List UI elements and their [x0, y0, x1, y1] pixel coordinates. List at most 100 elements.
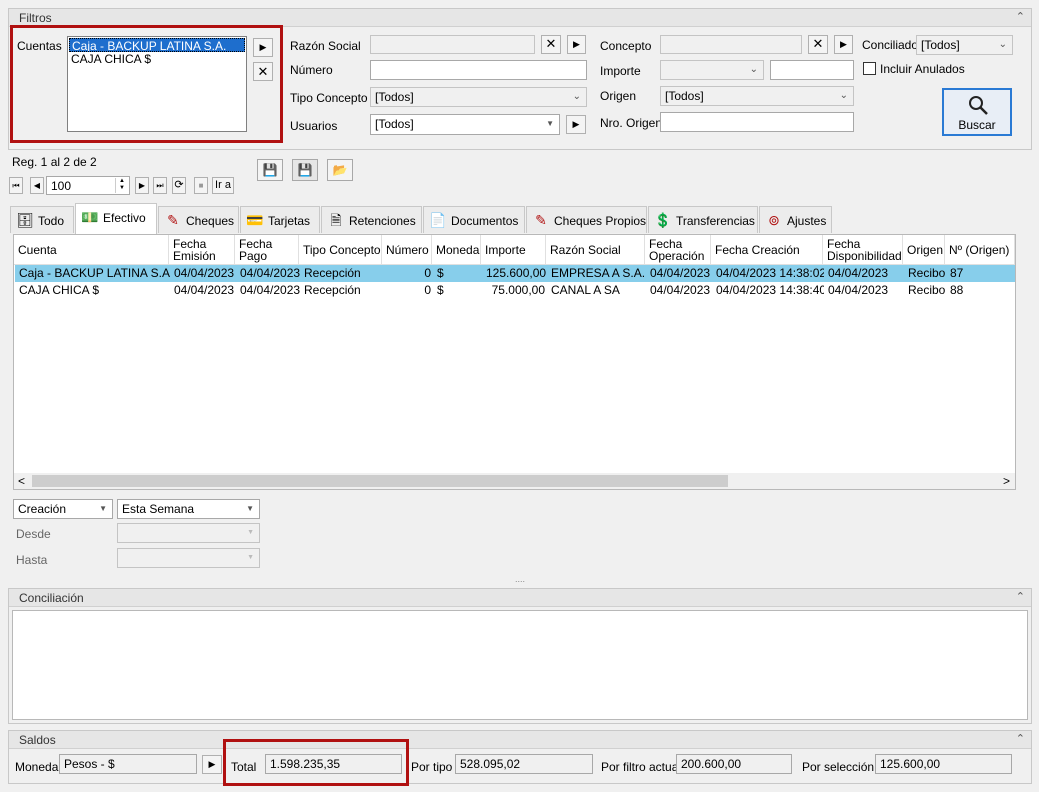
- tab-cheques[interactable]: ✎ Cheques: [158, 206, 239, 233]
- date-range-value: Esta Semana: [122, 502, 195, 516]
- usuarios-next-button[interactable]: ▶: [566, 115, 586, 134]
- incluir-anulados-checkbox[interactable]: [863, 62, 876, 75]
- column-header[interactable]: Importe: [481, 235, 546, 265]
- prev-page-button[interactable]: ◀: [30, 177, 44, 194]
- cell-tipo-concepto: Recepción: [304, 266, 361, 280]
- origen-select[interactable]: [Todos] ⌄: [660, 86, 854, 106]
- tab-label: Transferencias: [676, 214, 755, 228]
- tab-label: Documentos: [451, 214, 519, 228]
- cell-moneda: $: [437, 266, 444, 280]
- column-header[interactable]: Fecha Disponibilidad: [823, 235, 903, 265]
- cell-fecha-pago: 04/04/2023: [240, 283, 300, 297]
- stop-icon[interactable]: ■: [194, 177, 208, 194]
- usuarios-select[interactable]: [Todos] ▼: [370, 114, 560, 135]
- scroll-right-icon[interactable]: >: [1003, 473, 1010, 489]
- cell-fecha-operacion: 04/04/2023: [650, 283, 711, 297]
- splitter-grip-icon[interactable]: ....: [510, 575, 530, 584]
- razon-social-next-button[interactable]: ▶: [567, 35, 586, 54]
- tab-label: Todo: [38, 214, 65, 228]
- refresh-icon[interactable]: ⟳: [172, 177, 186, 194]
- cell-tipo-concepto: Recepción: [304, 283, 361, 297]
- open-folder-icon[interactable]: 📂: [327, 159, 353, 181]
- conciliacion-title: Conciliación: [9, 589, 1031, 607]
- collapse-filtros-icon[interactable]: ⌃: [1016, 10, 1025, 23]
- column-header[interactable]: Razón Social: [546, 235, 645, 265]
- tab-tarjetas[interactable]: 💳 Tarjetas: [240, 206, 320, 233]
- column-header[interactable]: Cuenta: [14, 235, 169, 265]
- por-tipo-label: Por tipo: [411, 760, 453, 774]
- moneda-field[interactable]: Pesos - $: [59, 754, 197, 774]
- razon-social-field[interactable]: [370, 35, 535, 54]
- tab-todo[interactable]: 🗄 Todo: [10, 206, 74, 233]
- cell-numero: 0: [424, 283, 431, 297]
- save-as-icon[interactable]: 💾: [292, 159, 318, 181]
- own-cheque-icon: ✎: [535, 212, 547, 228]
- horizontal-scrollbar[interactable]: < >: [14, 473, 1015, 489]
- todo-icon: 🗄: [16, 212, 34, 228]
- tab-transferencias[interactable]: 💲 Transferencias: [648, 206, 758, 233]
- first-page-button[interactable]: ⏮: [9, 177, 23, 194]
- nro-origen-field[interactable]: [660, 112, 854, 132]
- column-header[interactable]: Moneda: [432, 235, 481, 265]
- dropdown-arrow-icon: ▼: [247, 554, 254, 561]
- tab-ajustes[interactable]: ⊚ Ajustes: [759, 206, 832, 233]
- scroll-left-icon[interactable]: <: [18, 473, 25, 489]
- conciliacion-content: [12, 610, 1028, 720]
- buscar-button[interactable]: Buscar: [942, 88, 1012, 136]
- scrollbar-thumb[interactable]: [32, 475, 728, 487]
- saldos-title: Saldos: [9, 731, 1031, 749]
- concepto-field[interactable]: [660, 35, 802, 54]
- desde-date-field[interactable]: ▼: [117, 523, 260, 543]
- last-page-button[interactable]: ⏭: [153, 177, 167, 194]
- goto-button[interactable]: Ir a: [212, 177, 234, 194]
- chevron-down-icon: ⌄: [998, 39, 1007, 50]
- chevron-down-icon: ⌄: [749, 64, 758, 75]
- por-tipo-field: 528.095,02: [455, 754, 593, 774]
- tab-efectivo[interactable]: 💵 Efectivo: [75, 203, 157, 234]
- page-size-input[interactable]: 100 ▲ ▼: [46, 176, 130, 195]
- column-header[interactable]: Fecha Operación: [645, 235, 711, 265]
- dropdown-arrow-icon: ▼: [546, 119, 554, 128]
- cell-cuenta: Caja - BACKUP LATINA S.A.: [19, 266, 170, 280]
- cell-cuenta: CAJA CHICA $: [19, 283, 100, 297]
- table-header: Cuenta Fecha Emisión Fecha Pago Tipo Con…: [14, 235, 1015, 265]
- por-filtro-field: 200.600,00: [676, 754, 792, 774]
- document-icon: 📄: [429, 212, 447, 228]
- numero-field[interactable]: [370, 60, 587, 80]
- column-header[interactable]: Fecha Creación: [711, 235, 823, 265]
- date-range-select[interactable]: Esta Semana ▼: [117, 499, 260, 519]
- column-header[interactable]: Tipo Concepto: [299, 235, 382, 265]
- save-icon[interactable]: 💾: [257, 159, 283, 181]
- hasta-date-field[interactable]: ▼: [117, 548, 260, 568]
- column-header[interactable]: Fecha Emisión: [169, 235, 235, 265]
- cell-fecha-disponibilidad: 04/04/2023: [828, 266, 889, 280]
- cell-moneda: $: [437, 283, 444, 297]
- cell-fecha-pago: 04/04/2023: [240, 266, 300, 280]
- date-field-select[interactable]: Creación ▼: [13, 499, 113, 519]
- tipo-concepto-select[interactable]: [Todos] ⌄: [370, 87, 587, 107]
- next-page-button[interactable]: ▶: [135, 177, 149, 194]
- tab-cheques-propios[interactable]: ✎ Cheques Propios: [526, 206, 647, 233]
- concepto-clear-button[interactable]: ✕: [808, 35, 828, 54]
- collapse-conciliacion-icon[interactable]: ⌃: [1016, 590, 1025, 603]
- table-row[interactable]: CAJA CHICA $ 04/04/2023 04/04/2023 Recep…: [15, 282, 1015, 299]
- cell-origen: Recibo: [908, 283, 946, 297]
- cell-fecha-creacion: 04/04/2023 14:38:40: [716, 283, 824, 297]
- column-header[interactable]: Fecha Pago: [235, 235, 299, 265]
- concepto-next-button[interactable]: ▶: [834, 35, 853, 54]
- conciliado-select[interactable]: [Todos] ⌄: [916, 35, 1013, 55]
- column-header[interactable]: Origen: [903, 235, 945, 265]
- moneda-next-button[interactable]: ▶: [202, 755, 222, 774]
- spinner-icon[interactable]: ▲ ▼: [115, 178, 128, 193]
- tab-retenciones[interactable]: 🗎 Retenciones: [321, 206, 422, 233]
- table-row[interactable]: Caja - BACKUP LATINA S.A. 04/04/2023 04/…: [15, 265, 1015, 282]
- collapse-saldos-icon[interactable]: ⌃: [1016, 732, 1025, 745]
- column-header[interactable]: Número: [382, 235, 432, 265]
- razon-social-clear-button[interactable]: ✕: [541, 35, 561, 54]
- cell-importe: 75.000,00: [491, 283, 545, 297]
- importe-operator-select[interactable]: ⌄: [660, 60, 764, 80]
- goto-label: Ir a: [215, 179, 231, 191]
- column-header[interactable]: Nº (Origen): [945, 235, 1015, 265]
- tab-documentos[interactable]: 📄 Documentos: [423, 206, 525, 233]
- importe-field[interactable]: [770, 60, 854, 80]
